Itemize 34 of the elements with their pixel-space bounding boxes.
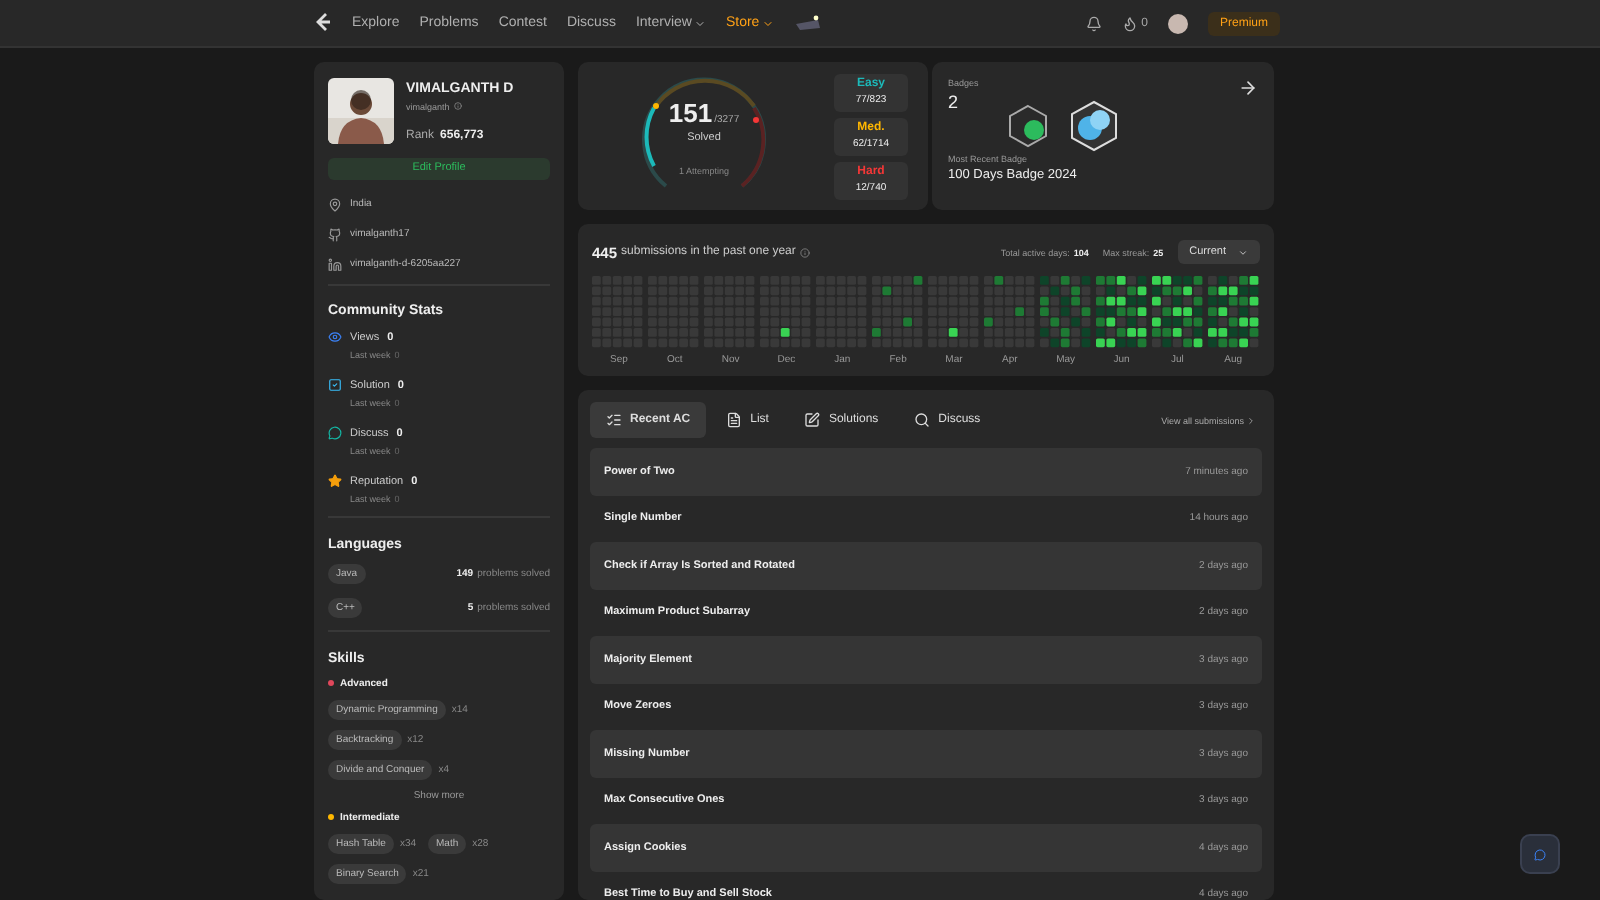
info-icon <box>799 247 810 257</box>
badge-icon <box>1008 104 1048 148</box>
chat-icon <box>328 426 342 441</box>
linkedin-icon <box>328 257 342 272</box>
avatar[interactable] <box>1167 13 1188 33</box>
caret-icon <box>693 17 706 29</box>
list-icon <box>606 412 622 428</box>
badges-count: 2 <box>948 92 961 112</box>
activity-grid-drawing <box>816 276 869 348</box>
caret-icon <box>761 17 774 29</box>
github-icon <box>328 227 342 242</box>
caret-icon <box>1238 247 1248 257</box>
activity-grid-drawing <box>1207 276 1260 348</box>
star-icon <box>328 474 342 489</box>
activity-grid-drawing <box>760 276 813 348</box>
arrow-icon[interactable] <box>1238 78 1258 98</box>
info-icon <box>453 102 462 110</box>
solved-count: 151 <box>668 97 713 127</box>
search-icon <box>914 412 931 428</box>
activity-grid-drawing <box>1151 276 1204 348</box>
activity-grid-drawing <box>1039 276 1092 348</box>
chevron-icon <box>1246 415 1256 425</box>
eye-icon <box>328 330 342 345</box>
activity-grid-drawing <box>1095 276 1148 348</box>
location-icon <box>328 197 342 212</box>
event-icon[interactable] <box>793 13 822 33</box>
activity-grid-drawing <box>872 276 925 348</box>
chat-icon <box>1534 845 1546 863</box>
logo-icon[interactable] <box>314 12 332 34</box>
bell-icon[interactable] <box>1085 15 1102 31</box>
badge-icon <box>1068 100 1120 152</box>
activity-grid-drawing <box>983 276 1036 348</box>
activity-grid-drawing <box>927 276 980 348</box>
file-icon <box>726 412 743 428</box>
